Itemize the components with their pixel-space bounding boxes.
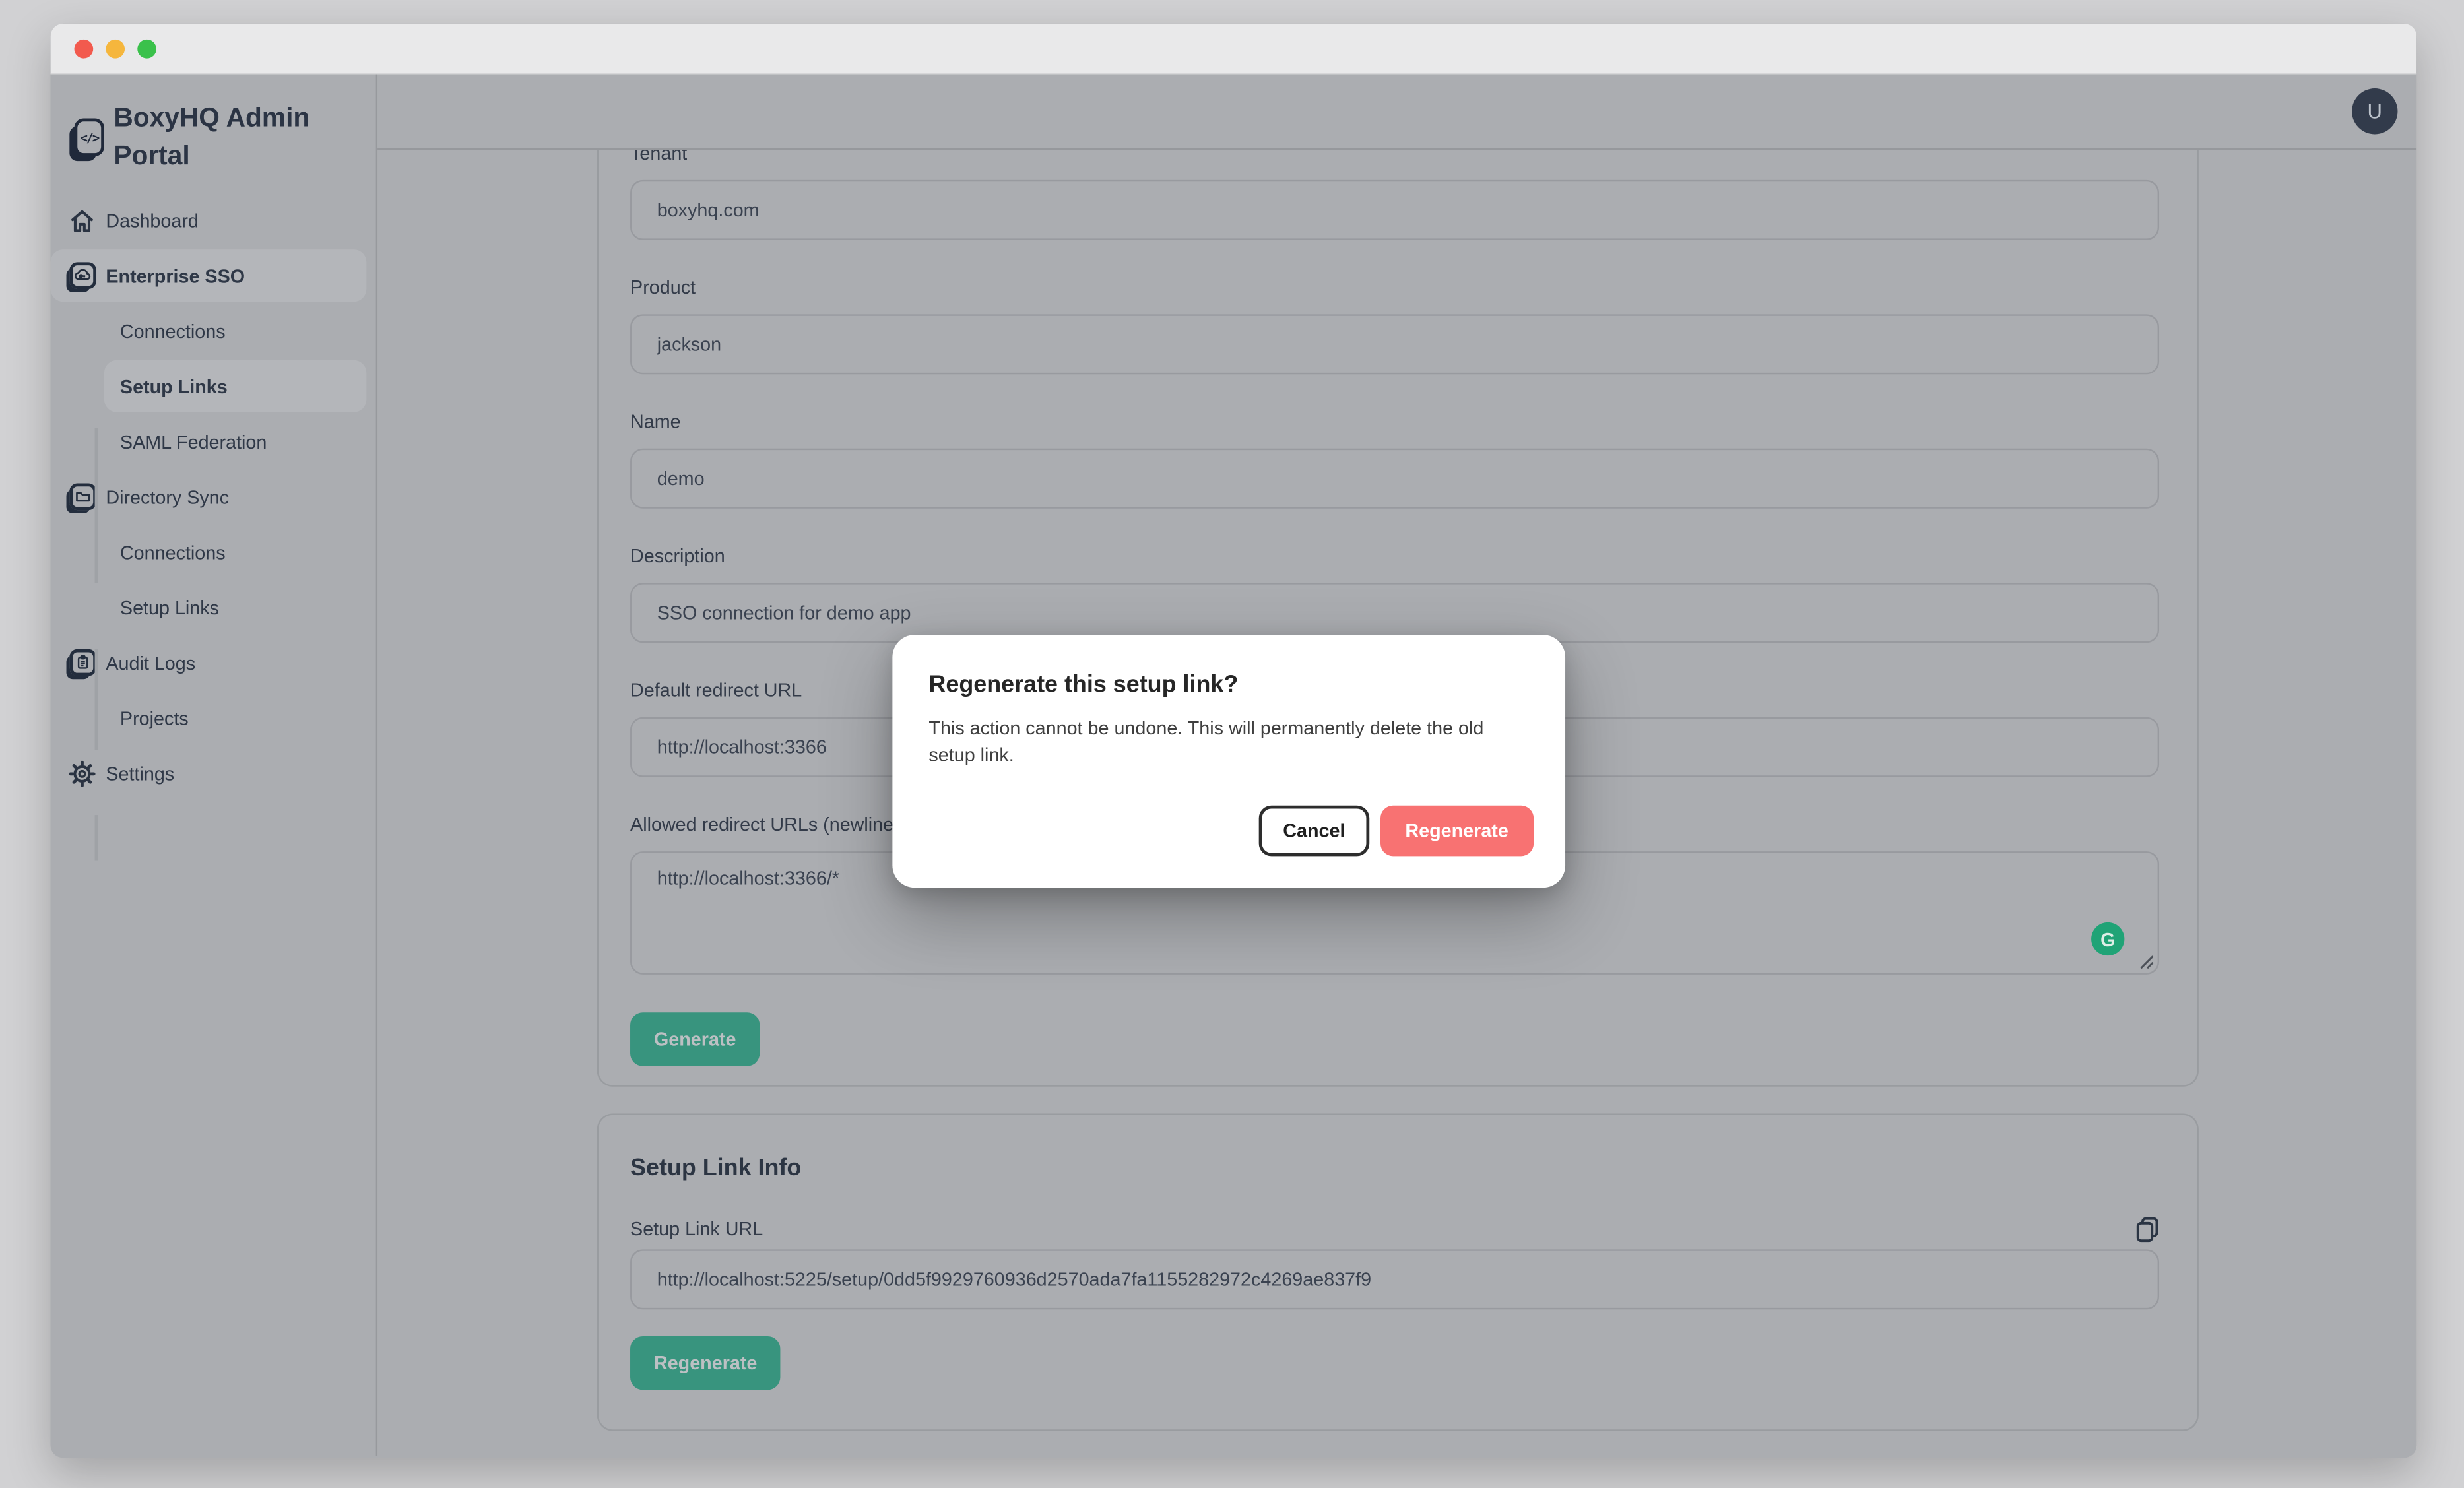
sidebar-item-enterprise-sso[interactable]: Enterprise SSO	[51, 249, 367, 302]
close-window-button[interactable]	[74, 39, 93, 58]
modal-title: Regenerate this setup link?	[928, 670, 1529, 699]
sidebar-item-label: Setup Links	[120, 375, 228, 397]
product-label: Product	[630, 275, 2159, 302]
sidebar-item-saml-federation[interactable]: SAML Federation	[51, 416, 376, 468]
sidebar-item-label: Connections	[120, 541, 226, 564]
grammarly-icon[interactable]: G	[2091, 922, 2124, 955]
setup-link-form-card: Tenant Product Name Description Default …	[597, 150, 2199, 1086]
submenu-connector	[95, 815, 98, 860]
sidebar-item-label: SAML Federation	[120, 430, 267, 453]
cancel-button[interactable]: Cancel	[1259, 806, 1369, 857]
sidebar-item-label: Enterprise SSO	[106, 265, 245, 287]
product-input[interactable]	[630, 314, 2159, 374]
sidebar-item-directory-sync[interactable]: Directory Sync	[51, 470, 376, 523]
sso-cloud-keycap-icon	[68, 261, 96, 290]
regenerate-button[interactable]: Regenerate	[630, 1336, 781, 1390]
sidebar-item-projects[interactable]: Projects	[51, 692, 376, 744]
app-title: BoxyHQ Admin Portal	[113, 100, 350, 176]
name-label: Name	[630, 409, 2159, 436]
regenerate-confirm-button[interactable]: Regenerate	[1380, 806, 1534, 857]
maximize-window-button[interactable]	[137, 39, 156, 58]
setup-link-url-label: Setup Link URL	[630, 1216, 763, 1243]
name-input[interactable]	[630, 449, 2159, 509]
sidebar-item-label: Audit Logs	[106, 651, 195, 674]
description-input[interactable]	[630, 583, 2159, 643]
sidebar-item-audit-logs[interactable]: Audit Logs	[51, 637, 376, 689]
screen: </> BoxyHQ Admin Portal Dashbo	[0, 0, 2464, 1488]
sidebar-nav: Dashboard Enterprise SSO	[51, 194, 376, 799]
sidebar-item-label: Projects	[120, 707, 189, 729]
setup-link-info-heading: Setup Link Info	[630, 1153, 2159, 1184]
gear-icon	[68, 759, 96, 787]
sidebar-item-label: Connections	[120, 320, 226, 342]
tenant-label: Tenant	[630, 150, 2159, 167]
copy-icon[interactable]	[2135, 1216, 2159, 1243]
boxyhq-logo-icon: </>	[74, 119, 104, 156]
tenant-input[interactable]	[630, 180, 2159, 240]
textarea-resize-handle[interactable]	[2139, 954, 2155, 970]
clipboard-keycap-icon	[68, 649, 96, 677]
setup-link-info-card: Setup Link Info Setup Link URL	[597, 1113, 2199, 1431]
modal-actions: Cancel Regenerate	[1259, 806, 1534, 857]
regenerate-confirm-modal: Regenerate this setup link? This action …	[892, 635, 1565, 888]
description-label: Description	[630, 543, 2159, 570]
sidebar-item-settings[interactable]: Settings	[51, 747, 376, 799]
sidebar-item-dsync-setup-links[interactable]: Setup Links	[51, 581, 376, 633]
setup-link-url-row: Setup Link URL	[630, 1216, 2159, 1243]
app-logo: </> BoxyHQ Admin Portal	[51, 74, 376, 194]
generate-button[interactable]: Generate	[630, 1012, 760, 1066]
sidebar-item-label: Dashboard	[106, 209, 199, 232]
sidebar-item-label: Setup Links	[120, 597, 219, 619]
user-avatar[interactable]: U	[2352, 88, 2397, 134]
sidebar-item-dsync-connections[interactable]: Connections	[51, 526, 376, 578]
sidebar-item-label: Directory Sync	[106, 486, 229, 508]
minimize-window-button[interactable]	[106, 39, 125, 58]
home-icon	[68, 206, 96, 234]
sidebar-item-sso-setup-links[interactable]: Setup Links	[104, 360, 366, 412]
sidebar-item-label: Settings	[106, 762, 174, 785]
sidebar-item-sso-connections[interactable]: Connections	[51, 305, 376, 357]
submenu-connector	[95, 649, 98, 750]
submenu-connector	[95, 428, 98, 583]
folder-keycap-icon	[68, 482, 96, 511]
setup-link-url-input[interactable]	[630, 1249, 2159, 1309]
topbar: U	[377, 74, 2416, 150]
modal-body: This action cannot be undone. This will …	[928, 715, 1510, 769]
sidebar: </> BoxyHQ Admin Portal Dashbo	[51, 74, 377, 1456]
sidebar-item-dashboard[interactable]: Dashboard	[51, 194, 376, 246]
window-titlebar	[51, 24, 2417, 75]
